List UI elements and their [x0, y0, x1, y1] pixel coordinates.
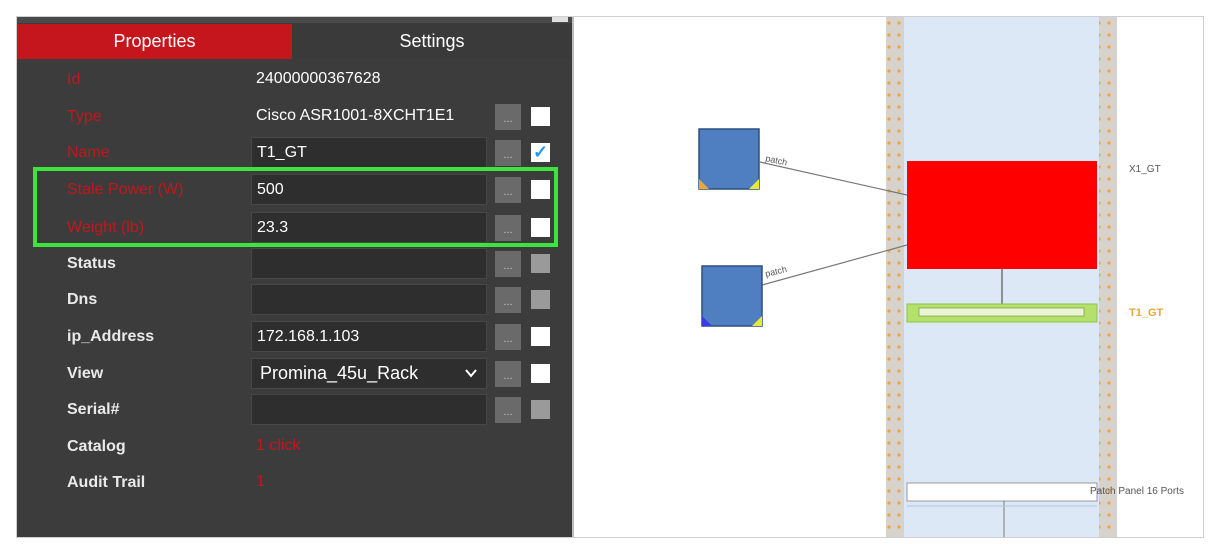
type-value: Cisco ASR1001-8XCHT1E1	[256, 107, 455, 124]
properties-panel: Properties Settings Id 24000000367628 Ty…	[17, 17, 572, 537]
patch-label-1: patch	[765, 153, 789, 167]
property-row-name: Name T1_GT ... ✓	[17, 135, 572, 171]
view-select[interactable]: Promina_45u_Rack	[251, 358, 487, 389]
view-ellipsis-button[interactable]: ...	[495, 361, 521, 387]
checkmark-icon: ✓	[532, 142, 549, 162]
dns-checkbox[interactable]	[531, 290, 550, 309]
rack-rail-right	[1099, 17, 1117, 537]
weight-field[interactable]: 23.3	[251, 212, 487, 243]
id-value: 24000000367628	[256, 70, 381, 87]
property-label: Audit Trail	[67, 474, 146, 491]
tab-settings[interactable]: Settings	[292, 24, 572, 59]
dns-ellipsis-button[interactable]: ...	[495, 287, 521, 313]
screenshot-frame: Properties Settings Id 24000000367628 Ty…	[16, 16, 1204, 538]
ip-address-ellipsis-button[interactable]: ...	[495, 324, 521, 350]
property-row-serial: Serial# ...	[17, 392, 572, 428]
property-label: ip_Address	[67, 328, 155, 345]
property-label: Id	[67, 71, 81, 88]
view-checkbox[interactable]	[531, 364, 550, 383]
catalog-link[interactable]: 1 click	[251, 431, 487, 462]
property-row-dns: Dns ...	[17, 282, 572, 318]
patch-node-1[interactable]	[698, 128, 760, 190]
property-row-id: Id 24000000367628	[17, 62, 572, 98]
property-label: Catalog	[67, 438, 126, 455]
property-row-audit-trail: Audit Trail 1	[17, 465, 572, 501]
property-label: Weight (lb)	[67, 219, 145, 236]
serial-ellipsis-button[interactable]: ...	[495, 397, 521, 423]
property-row-type: Type Cisco ASR1001-8XCHT1E1 ...	[17, 99, 572, 135]
type-checkbox[interactable]	[531, 107, 550, 126]
property-label: Dns	[67, 291, 98, 308]
weight-checkbox[interactable]	[531, 218, 550, 237]
panel-top-strip	[17, 17, 572, 23]
audit-trail-link[interactable]: 1	[251, 467, 487, 498]
patch-connection-1	[759, 161, 908, 196]
view-select-value: Promina_45u_Rack	[260, 363, 419, 383]
patch-panel-label: Patch Panel 16 Ports	[1090, 486, 1184, 497]
weight-ellipsis-button[interactable]: ...	[495, 215, 521, 241]
property-label: View	[67, 365, 104, 382]
serial-field[interactable]	[251, 394, 487, 425]
device-x1-gt[interactable]	[907, 161, 1097, 269]
dns-field[interactable]	[251, 284, 487, 315]
tab-properties[interactable]: Properties	[17, 24, 292, 59]
property-row-ip-address: ip_Address 172.168.1.103 ...	[17, 319, 572, 355]
device-label-x1-gt: X1_GT	[1129, 164, 1161, 175]
property-row-weight: Weight (lb) 23.3 ...	[17, 210, 572, 246]
panel-tabs: Properties Settings	[17, 24, 572, 59]
serial-checkbox[interactable]	[531, 400, 550, 419]
ip-address-field[interactable]: 172.168.1.103	[251, 321, 487, 352]
status-ellipsis-button[interactable]: ...	[495, 251, 521, 277]
status-checkbox[interactable]	[531, 254, 550, 273]
property-row-view: View Promina_45u_Rack ...	[17, 356, 572, 392]
stale-power-ellipsis-button[interactable]: ...	[495, 177, 521, 203]
patch-label-2: patch	[764, 264, 788, 279]
stale-power-checkbox[interactable]	[531, 180, 550, 199]
patch-node-2[interactable]	[701, 265, 763, 327]
property-label: Status	[67, 255, 116, 272]
property-row-stale-power: Stale Power (W) 500 ...	[17, 172, 572, 208]
property-label: Type	[67, 108, 102, 125]
ip-address-checkbox[interactable]	[531, 327, 550, 346]
name-checkbox[interactable]: ✓	[531, 143, 550, 162]
panel-resize-grip[interactable]	[552, 17, 568, 22]
property-label: Serial#	[67, 401, 120, 418]
patch-panel-device[interactable]	[906, 482, 1098, 502]
property-row-status: Status ...	[17, 246, 572, 282]
chevron-down-icon	[465, 369, 477, 378]
rack-rail-left	[886, 17, 904, 537]
property-row-catalog: Catalog 1 click	[17, 429, 572, 465]
property-label: Stale Power (W)	[67, 181, 184, 198]
name-field[interactable]: T1_GT	[251, 137, 487, 168]
property-label: Name	[67, 144, 110, 161]
name-ellipsis-button[interactable]: ...	[495, 140, 521, 166]
status-field[interactable]	[251, 248, 487, 279]
type-ellipsis-button[interactable]: ...	[495, 104, 521, 130]
diagram-canvas[interactable]: patch patch X1_GT T1_GT Patch Panel 16 P…	[572, 17, 1203, 537]
rack-diagram: patch patch X1_GT T1_GT Patch Panel 16 P…	[698, 17, 1184, 537]
stale-power-field[interactable]: 500	[251, 174, 487, 205]
device-t1-gt-faceplate	[918, 307, 1085, 317]
device-label-t1-gt: T1_GT	[1129, 307, 1164, 319]
